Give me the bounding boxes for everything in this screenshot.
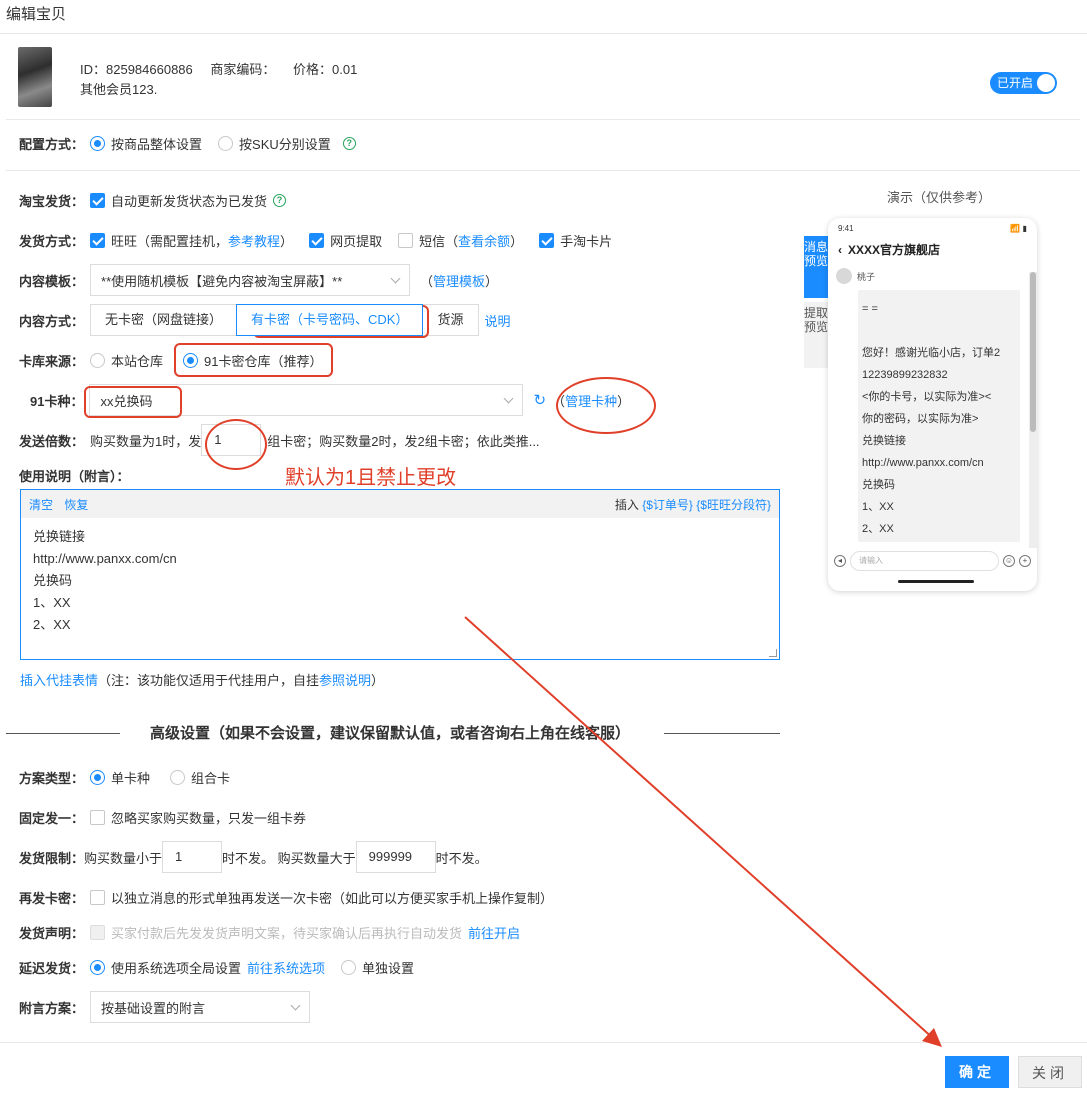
annotation-arrow <box>464 616 942 1047</box>
content-mode-with-card[interactable]: 有卡密（卡号密码、CDK） <box>236 304 424 336</box>
arrow-shaft <box>464 616 936 1041</box>
